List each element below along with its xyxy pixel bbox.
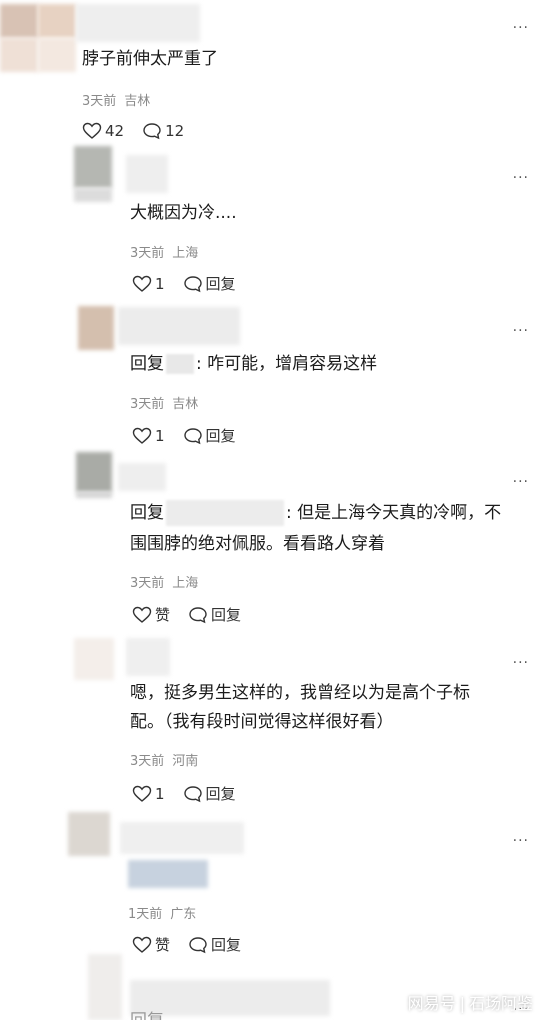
avatar[interactable] [0, 4, 76, 72]
more-options-icon[interactable]: ··· [513, 20, 529, 36]
reply-button[interactable]: 回复 [188, 604, 241, 625]
like-label: 赞 [155, 936, 171, 954]
more-options-icon[interactable]: ··· [513, 655, 529, 671]
comment-location: 吉林 [124, 94, 151, 109]
like-count: 42 [105, 122, 125, 140]
reply-prefix: 回复 [130, 354, 164, 374]
comment-time: 1天前 [128, 907, 163, 922]
comment-bubble-icon [143, 123, 161, 140]
heart-icon [132, 785, 152, 802]
like-button[interactable]: 42 [82, 122, 124, 140]
reply-body-line-1: : 但是上海今天真的冷啊，不 [286, 503, 502, 523]
reply-label: 回复 [211, 936, 242, 954]
comment-meta: 3天前 上海 [130, 242, 198, 261]
like-count: 1 [155, 426, 165, 445]
heart-icon [132, 275, 152, 292]
like-count: 1 [155, 784, 165, 803]
more-options-icon[interactable]: ··· [513, 323, 529, 339]
username-blurred[interactable] [126, 638, 170, 676]
watermark-author: 石场阿鉴 [468, 994, 533, 1013]
like-button[interactable]: 1 [132, 275, 165, 293]
comment-actions: 1 回复 [132, 783, 254, 804]
avatar[interactable] [68, 812, 110, 856]
reply-button[interactable]: 回复 [183, 425, 236, 446]
reply-label: 回复 [211, 606, 242, 624]
comment-bubble-icon [189, 606, 207, 623]
reply-body: : 咋可能，增肩容易这样 [196, 354, 378, 374]
comment-text-line-1: 回复 : 但是上海今天真的冷啊，不 [130, 498, 501, 529]
comment-actions: 1 回复 [132, 425, 254, 446]
reply-prefix: 回复 [130, 1011, 164, 1020]
like-button[interactable]: 1 [132, 785, 165, 803]
avatar[interactable] [76, 452, 112, 498]
comment-actions: 赞 回复 [132, 934, 259, 955]
comment-location: 上海 [172, 246, 199, 261]
comment-actions: 赞 回复 [132, 604, 259, 625]
username-blurred[interactable] [126, 155, 168, 193]
comment-text-line-2: 围围脖的绝对佩服。看看路人穿着 [130, 534, 385, 554]
heart-icon [132, 427, 152, 444]
comment-time: 3天前 [130, 246, 165, 261]
like-button[interactable]: 1 [132, 427, 165, 445]
comment-bubble-icon [183, 275, 202, 292]
username-blurred[interactable] [118, 463, 166, 491]
comment-time: 3天前 [130, 576, 165, 591]
comment-location: 上海 [172, 576, 199, 591]
comment-meta: 3天前 上海 [130, 572, 198, 591]
watermark-brand: 网易号 [407, 994, 456, 1013]
reply-button[interactable]: 回复 [183, 783, 236, 804]
comment-text: 脖子前伸太严重了 [82, 49, 218, 69]
comment-text: 大概因为冷.... [130, 203, 237, 223]
more-options-icon[interactable]: ··· [513, 474, 529, 490]
username-blurred[interactable] [120, 822, 244, 854]
comment-time: 3天前 [130, 397, 165, 412]
comment-time: 3天前 [82, 94, 117, 109]
comment-content-blurred [128, 860, 208, 888]
avatar[interactable] [78, 306, 114, 350]
comment-text: 回复 : 咋可能，增肩容易这样 [130, 349, 377, 380]
watermark: 网易号 | 石场阿鉴 [408, 990, 533, 1014]
comment-time: 3天前 [130, 754, 165, 769]
heart-icon [132, 936, 152, 953]
avatar[interactable] [74, 638, 114, 680]
heart-icon [82, 122, 102, 139]
like-button[interactable]: 赞 [132, 934, 170, 955]
watermark-separator: | [459, 994, 465, 1013]
comment-text-line-2: 配。（我有段时间觉得这样很好看） [130, 712, 394, 732]
comment-bubble-icon [189, 936, 207, 953]
comment-meta: 3天前 河南 [130, 750, 198, 769]
like-label: 赞 [155, 606, 171, 624]
reply-button[interactable]: 回复 [183, 273, 236, 294]
comment-meta: 1天前 广东 [128, 903, 196, 922]
comment-actions: 42 12 [82, 122, 202, 140]
reply-button[interactable]: 回复 [188, 934, 241, 955]
reply-label: 回复 [205, 275, 236, 293]
mention-blurred[interactable] [166, 354, 194, 374]
username-blurred[interactable] [76, 4, 200, 42]
like-button[interactable]: 赞 [132, 604, 170, 625]
mention-blurred[interactable] [166, 500, 284, 526]
more-options-icon[interactable]: ··· [513, 170, 529, 186]
comment-text-line-1: 嗯，挺多男生这样的，我曾经以为是高个子标 [130, 683, 470, 703]
comment-location: 河南 [172, 754, 199, 769]
comment-location: 吉林 [172, 397, 199, 412]
comment-text-partial: 回复 [130, 1006, 164, 1020]
comment-bubble-icon [183, 427, 202, 444]
more-options-icon[interactable]: ··· [513, 833, 529, 849]
comment-meta: 3天前 吉林 [82, 90, 150, 109]
reply-prefix: 回复 [130, 503, 164, 523]
comment-location: 广东 [170, 907, 197, 922]
avatar[interactable] [88, 954, 122, 1020]
reply-count: 12 [165, 122, 185, 140]
reply-label: 回复 [205, 427, 236, 445]
username-blurred[interactable] [118, 307, 240, 345]
reply-label: 回复 [205, 785, 236, 803]
comment-meta: 3天前 吉林 [130, 393, 198, 412]
comment-actions: 1 回复 [132, 273, 254, 294]
heart-icon [132, 606, 152, 623]
reply-button[interactable]: 12 [142, 122, 184, 140]
like-count: 1 [155, 274, 165, 293]
avatar[interactable] [74, 146, 112, 202]
comment-bubble-icon [183, 785, 202, 802]
